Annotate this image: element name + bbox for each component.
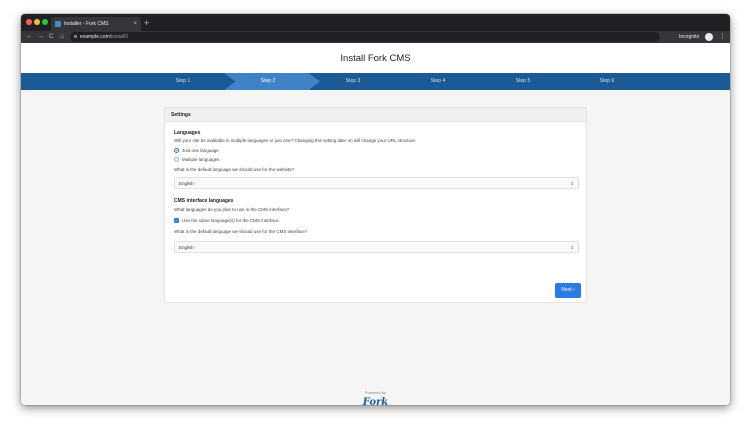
select-value: English [179,245,194,250]
home-icon[interactable]: ⌂ [60,31,64,43]
step-4: Step 4 [430,78,446,84]
settings-panel: Settings Languages Will your site be ava… [164,107,587,303]
page-header: Install Fork CMS [21,43,730,73]
browser-toolbar: ← → C ⌂ example.com/install/2 Incognito … [21,31,730,43]
settings-heading: Settings [165,108,586,122]
cms-default-language-question: What is the default language we should u… [174,229,308,234]
close-window-button[interactable] [26,19,32,25]
radio-unchecked-icon[interactable] [174,157,179,162]
website-default-language-select[interactable]: English ⇕ [174,177,579,189]
next-label: Next [561,287,572,293]
tab-title: Installer - Fork CMS [64,21,109,27]
select-caret-icon: ⇕ [570,181,574,186]
step-6: Step 6 [599,78,615,84]
checkbox-same-languages[interactable]: ✓ Use the same language(s) for the CMS i… [174,218,280,223]
checkbox-checked-icon[interactable]: ✓ [174,218,179,223]
languages-heading: Languages [174,130,201,136]
powered-by-label: Powered by [364,390,387,395]
url-path: /install/2 [109,34,129,40]
forward-arrow-icon[interactable]: → [37,31,44,43]
fork-logo[interactable]: Fork [21,397,730,405]
chevron-right-icon: › [573,287,575,293]
site-info-icon[interactable] [74,35,77,38]
browser-tab[interactable]: Installer - Fork CMS × [51,17,141,31]
select-caret-icon: ⇕ [570,245,574,250]
next-button[interactable]: Next › [555,283,581,298]
incognito-icon[interactable] [705,33,713,41]
cms-default-language-select[interactable]: English ⇕ [174,241,579,253]
step-2: Step 2 [260,78,276,84]
page-content: Install Fork CMS Step 1 Step 2 Step 3 St… [21,43,730,405]
incognito-label: Incognito [679,34,700,40]
checkbox-label: Use the same language(s) for the CMS int… [182,218,280,223]
tab-strip: Installer - Fork CMS × + [21,14,730,31]
browser-window: Installer - Fork CMS × + ← → C ⌂ example… [21,14,730,405]
radio-multiple-languages[interactable]: Multiple languages [174,157,220,162]
website-default-language-question: What is the default language we should u… [174,167,295,172]
minimize-window-button[interactable] [34,19,40,25]
radio-label: Multiple languages [182,157,220,162]
page-title: Install Fork CMS [340,53,411,64]
browser-menu-icon[interactable]: ⋮ [719,31,726,43]
cms-languages-heading: CMS interface languages [174,198,234,204]
new-tab-button[interactable]: + [144,16,149,30]
url-host: example.com [80,34,110,40]
step-3: Step 3 [345,78,361,84]
reload-icon[interactable]: C [49,31,53,43]
cms-languages-question: What languages do you plan to use in the… [174,207,290,212]
radio-checked-icon[interactable] [174,148,179,153]
back-arrow-icon[interactable]: ← [26,31,33,43]
radio-label: Just one language [182,148,219,153]
tab-close-icon[interactable]: × [133,17,137,31]
steps-bar: Step 1 Step 2 Step 3 Step 4 Step 5 Step … [21,73,730,90]
step-1: Step 1 [175,78,191,84]
radio-just-one-language[interactable]: Just one language [174,148,219,153]
maximize-window-button[interactable] [42,19,48,25]
fork-favicon-icon [55,21,61,27]
step-5: Step 5 [515,78,531,84]
address-bar[interactable]: example.com/install/2 [70,32,660,42]
languages-description: Will your site be available in multiple … [174,138,417,143]
select-value: English [179,181,194,186]
